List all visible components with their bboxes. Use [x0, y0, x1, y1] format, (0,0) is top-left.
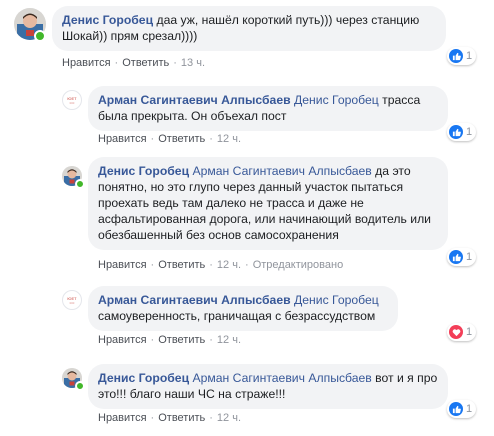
svg-text:≈≈≈: ≈≈≈ — [70, 301, 75, 305]
like-icon — [449, 250, 463, 264]
avatar[interactable]: ЮЕТ ≈≈≈ — [62, 90, 82, 110]
timestamp[interactable]: 12 ч. — [217, 334, 241, 346]
like-button[interactable]: Нравится — [98, 412, 147, 424]
comment-actions: Нравится · Ответить · 12 ч. · Отредактировано — [98, 259, 343, 271]
comment-bubble: Денис Горобец Арман Сагинтаевич Алпысбае… — [88, 364, 448, 409]
reply-button[interactable]: Ответить — [122, 57, 169, 69]
separator: · — [245, 259, 249, 271]
reply-button[interactable]: Ответить — [158, 259, 205, 271]
like-icon — [449, 49, 463, 63]
comment-bubble: Арман Сагинтаевич Алпысбаев Денис Горобе… — [88, 286, 398, 331]
online-status-icon — [34, 30, 46, 42]
comment-text: обезбашенный без основ самосохранения — [98, 228, 339, 242]
separator: · — [150, 412, 155, 424]
comment-text: Шокай)) прям срезал)))) — [62, 29, 198, 43]
online-status-icon — [75, 381, 85, 391]
like-icon — [449, 125, 463, 139]
reaction-badge[interactable]: 1 — [447, 123, 477, 141]
reaction-badge[interactable]: 1 — [447, 248, 477, 266]
separator: · — [209, 334, 213, 346]
like-button[interactable]: Нравится — [98, 133, 147, 145]
mention-link[interactable]: Арман Сагинтаевич Алпысбаев — [192, 164, 371, 178]
love-icon — [449, 325, 463, 339]
timestamp[interactable]: 13 ч. — [181, 57, 205, 69]
comment-actions: Нравится · Ответить · 12 ч. — [98, 133, 241, 145]
reply-button[interactable]: Ответить — [158, 133, 205, 145]
reaction-count: 1 — [466, 251, 473, 263]
mention-link[interactable]: Денис Горобец — [294, 93, 379, 107]
comment-text: проехать ведь там далеко не трасса и даж… — [98, 196, 364, 210]
timestamp[interactable]: 12 ч. — [217, 259, 241, 271]
comment-actions: Нравится · Ответить · 12 ч. — [98, 334, 241, 346]
separator: · — [209, 412, 213, 424]
separator: · — [150, 133, 155, 145]
comment-text: да это — [375, 164, 411, 178]
comment-text: понятно, но это глупо через данный участ… — [98, 180, 404, 194]
edited-label[interactable]: Отредактировано — [253, 259, 344, 271]
avatar[interactable]: ЮЕТ ≈≈≈ — [62, 290, 82, 310]
comment-text: вот и я про — [375, 371, 438, 385]
comment-text: асфальтированная дорога, или начинающий … — [98, 212, 431, 226]
comment-author[interactable]: Арман Сагинтаевич Алпысбаев — [98, 93, 291, 107]
comment-text: была прекрыта. Он объехал пост — [98, 109, 287, 123]
separator: · — [114, 57, 119, 69]
separator: · — [173, 57, 177, 69]
reaction-count: 1 — [466, 326, 473, 338]
comment-author[interactable]: Арман Сагинтаевич Алпысбаев — [98, 293, 291, 307]
separator: · — [150, 334, 155, 346]
separator: · — [209, 133, 213, 145]
comment-bubble: Денис Горобец даа уж, нашёл короткий пут… — [52, 6, 446, 51]
mention-link[interactable]: Денис Горобец — [294, 293, 379, 307]
like-icon — [449, 402, 463, 416]
comment-actions: Нравится · Ответить · 12 ч. — [98, 412, 241, 424]
comment-text: это!!! благо наши ЧС на страже!!! — [98, 387, 286, 401]
reply-button[interactable]: Ответить — [158, 334, 205, 346]
comment-author[interactable]: Денис Горобец — [62, 13, 153, 27]
reaction-count: 1 — [466, 403, 473, 415]
comment-author[interactable]: Денис Горобец — [98, 164, 189, 178]
reaction-count: 1 — [466, 126, 473, 138]
reaction-badge[interactable]: 1 — [447, 323, 477, 341]
comment-bubble: Арман Сагинтаевич Алпысбаев Денис Горобе… — [88, 86, 448, 131]
separator: · — [150, 259, 155, 271]
comment-text: самоуверенность, граничащая с безрассудс… — [98, 309, 376, 323]
timestamp[interactable]: 12 ч. — [217, 133, 241, 145]
online-status-icon — [75, 179, 85, 189]
timestamp[interactable]: 12 ч. — [217, 412, 241, 424]
like-button[interactable]: Нравится — [62, 57, 111, 69]
separator: · — [209, 259, 213, 271]
mention-link[interactable]: Арман Сагинтаевич Алпысбаев — [192, 371, 371, 385]
comment-actions: Нравится · Ответить · 13 ч. — [62, 57, 205, 69]
reaction-badge[interactable]: 1 — [447, 47, 477, 65]
comment-bubble: Денис Горобец Арман Сагинтаевич Алпысбае… — [88, 157, 448, 250]
comment-author[interactable]: Денис Горобец — [98, 371, 189, 385]
reaction-badge[interactable]: 1 — [447, 400, 477, 418]
reaction-count: 1 — [466, 50, 473, 62]
svg-text:≈≈≈: ≈≈≈ — [70, 101, 75, 105]
comment-text: даа уж, нашёл короткий путь))) через ста… — [156, 13, 420, 27]
reply-button[interactable]: Ответить — [158, 412, 205, 424]
like-button[interactable]: Нравится — [98, 334, 147, 346]
like-button[interactable]: Нравится — [98, 259, 147, 271]
comment-text: трасса — [382, 93, 421, 107]
